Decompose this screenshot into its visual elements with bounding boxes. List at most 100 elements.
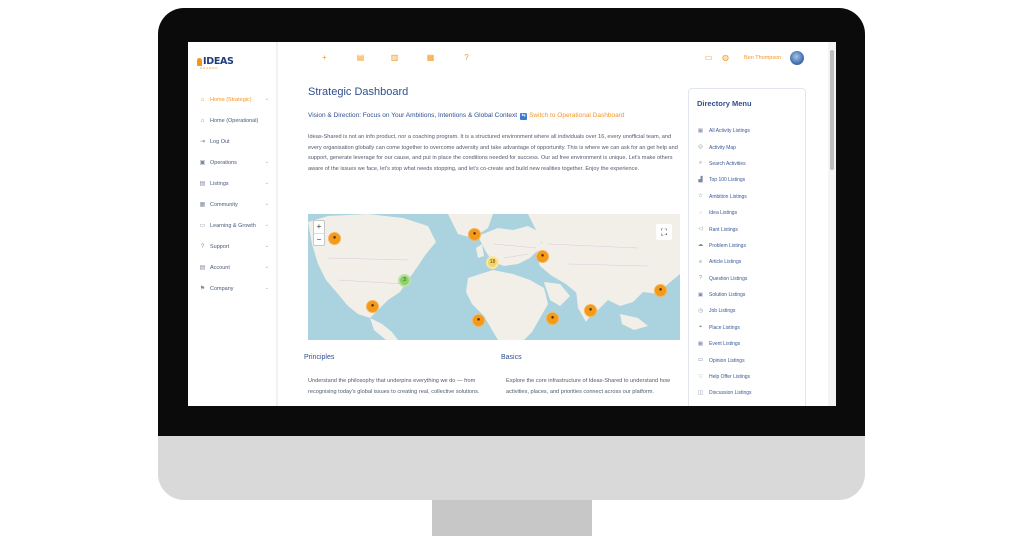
clipboard-icon[interactable]: ▤ (356, 53, 365, 62)
main-content: Strategic Dashboard Vision & Direction: … (308, 86, 680, 174)
chevron-down-icon[interactable]: ⌄ (265, 96, 269, 102)
sidebar-item-account[interactable]: ▤ Account ⌄ (188, 257, 278, 278)
directory-item-search-activities[interactable]: ⌕ Search Activities (697, 156, 752, 172)
directory-item-label: Discussion Listings (709, 390, 752, 397)
directory-item-label: Search Activities (709, 160, 746, 167)
directory-item-label: Problem Listings (709, 242, 746, 249)
logout-icon: ⇥ (199, 139, 206, 145)
map-cluster[interactable]: 18 (486, 256, 499, 269)
question-icon[interactable]: ? (462, 53, 471, 62)
cloud-icon: ☁ (697, 242, 704, 249)
screen: IDEAS SHARED ⌂ Home (Strategic) ⌄ ⌂ Home (Op… (188, 42, 836, 406)
switch-icon[interactable]: ⇆ (520, 113, 528, 120)
inbox-icon[interactable]: ▭ (704, 53, 713, 62)
home-outline-icon: ⌂ (200, 117, 205, 124)
directory-item-all-activity-listings[interactable]: ▦ All Activity Listings (697, 123, 752, 139)
directory-item-label: Job Listings (709, 308, 736, 315)
sidebar-item-log-out[interactable]: ⇥ Log Out (188, 131, 278, 152)
main-scrollbar[interactable] (828, 42, 836, 406)
user-name[interactable]: Ben Thompson (744, 55, 781, 61)
directory-item-problem-listings[interactable]: ☁ Problem Listings (697, 238, 752, 254)
directory-item-label: Question Listings (709, 275, 748, 282)
map-marker[interactable]: ● (366, 300, 379, 313)
main-scrollbar-thumb[interactable] (830, 50, 834, 170)
directory-item-solution-listings[interactable]: ▣ Solution Listings (697, 287, 752, 303)
chevron-down-icon[interactable]: ⌄ (265, 264, 269, 270)
directory-item-place-listings[interactable]: ⌖ Place Listings (697, 320, 752, 336)
directory-menu: Directory Menu ▦ All Activity Listings ◎ Ac… (688, 88, 806, 406)
sidebar-item-home-operational[interactable]: ⌂ Home (Operational) (188, 110, 278, 131)
question-icon: ? (200, 243, 205, 250)
activity-map[interactable]: + − ⛶ ● ● ● ● ● ● ● ● 3 18 (308, 214, 680, 340)
directory-item-label: Rant Listings (709, 226, 738, 233)
chart-icon: ▟ (698, 176, 703, 183)
map-marker[interactable]: ● (472, 314, 485, 327)
lightbulb-icon: ◌ (698, 209, 703, 216)
chevron-down-icon[interactable]: ⌄ (265, 201, 269, 207)
directory-item-label: Activity Map (709, 144, 736, 151)
sidebar-item-learning-growth[interactable]: ▭ Learning & Growth ⌄ (188, 215, 278, 236)
top-bar: + ▤ ▥ ▦ ? ▭ ◍ Ben Thompson (278, 42, 836, 76)
sidebar-item-operations[interactable]: ▣ Operations ⌄ (188, 152, 278, 173)
map-marker[interactable]: ● (536, 250, 549, 263)
page-subtitle: Vision & Direction: Focus on Your Ambiti… (308, 112, 680, 120)
directory-item-discussion-listings[interactable]: ◫ Discussion Listings (697, 385, 752, 401)
sidebar-item-home-strategic[interactable]: ⌂ Home (Strategic) ⌄ (188, 89, 278, 110)
map-marker[interactable]: ● (584, 304, 597, 317)
page-title: Strategic Dashboard (308, 86, 409, 98)
fullscreen-icon[interactable]: ⛶ (656, 224, 672, 240)
sidebar-item-label: Operations (210, 159, 237, 166)
directory-item-article-listings[interactable]: ≡ Article Listings (697, 254, 752, 270)
chevron-down-icon[interactable]: ⌄ (265, 285, 269, 291)
intro-paragraph: Ideas-Shared is not an info product, nor… (308, 134, 678, 172)
community-icon: ▦ (199, 202, 206, 208)
chevron-down-icon[interactable]: ⌄ (265, 222, 269, 228)
switch-dashboard-link[interactable]: Switch to Operational Dashboard (529, 112, 624, 119)
section-text-basics: Explore the core infrastructure of Ideas… (506, 378, 670, 395)
map-marker[interactable]: ● (654, 284, 667, 297)
sidebar-item-company[interactable]: ⚑ Company ⌄ (188, 278, 278, 299)
zoom-out-button[interactable]: − (314, 233, 324, 245)
map-zoom-controls: + − (313, 220, 325, 246)
directory-item-question-listings[interactable]: ? Question Listings (697, 271, 752, 287)
directory-item-label: Event Listings (709, 341, 741, 348)
map-cluster[interactable]: 3 (398, 274, 411, 287)
zoom-in-button[interactable]: + (314, 221, 324, 233)
sidebar-item-label: Listings (210, 180, 229, 187)
map-tiles (308, 214, 680, 340)
directory-item-activity-map[interactable]: ◎ Activity Map (697, 139, 752, 155)
map-marker[interactable]: ● (328, 232, 341, 245)
sidebar-scrollbar[interactable] (276, 42, 278, 406)
add-icon[interactable]: + (320, 53, 329, 62)
section-text-principles: Understand the philosophy that underpins… (308, 378, 480, 395)
directory-item-ambition-listings[interactable]: ☆ Ambition Listings (697, 189, 752, 205)
avatar[interactable] (790, 51, 804, 65)
database-icon[interactable]: ▥ (390, 53, 399, 62)
directory-item-job-listings[interactable]: ◷ Job Listings (697, 303, 752, 319)
directory-item-top-100-listings[interactable]: ▟ Top 100 Listings (697, 172, 752, 188)
sidebar-item-label: Company (210, 285, 234, 292)
pin-icon: ⌖ (698, 324, 703, 331)
bell-icon[interactable]: ◍ (721, 53, 730, 62)
map-marker[interactable]: ● (546, 312, 559, 325)
directory-item-help-offer-listings[interactable]: ♡ Help Offer Listings (697, 369, 752, 385)
lightbulb-logo-icon (197, 57, 202, 66)
subtitle-text: Vision & Direction: Focus on Your Ambiti… (308, 112, 518, 119)
directory-item-rant-listings[interactable]: ◁ Rant Listings (697, 221, 752, 237)
directory-item-label: Top 100 Listings (709, 177, 746, 184)
directory-item-idea-listings[interactable]: ◌ Idea Listings (697, 205, 752, 221)
stack-icon: ≡ (698, 258, 703, 265)
chevron-down-icon[interactable]: ⌄ (265, 243, 269, 249)
calendar-icon[interactable]: ▦ (426, 53, 435, 62)
directory-item-tutorial-listings[interactable]: ▥Tutorial Listings (697, 402, 752, 406)
sidebar-item-support[interactable]: ? Support ⌄ (188, 236, 278, 257)
directory-item-event-listings[interactable]: ▦ Event Listings (697, 336, 752, 352)
chevron-down-icon[interactable]: ⌄ (265, 180, 269, 186)
map-marker[interactable]: ● (468, 228, 481, 241)
directory-item-opinion-listings[interactable]: ▭ Opinion Listings (697, 352, 752, 368)
monitor-chin (158, 436, 865, 500)
chevron-down-icon[interactable]: ⌄ (265, 159, 269, 165)
sidebar-item-listings[interactable]: ▤ Listings ⌄ (188, 173, 278, 194)
flag-icon: ⚑ (199, 286, 206, 292)
sidebar-item-community[interactable]: ▦ Community ⌄ (188, 194, 278, 215)
